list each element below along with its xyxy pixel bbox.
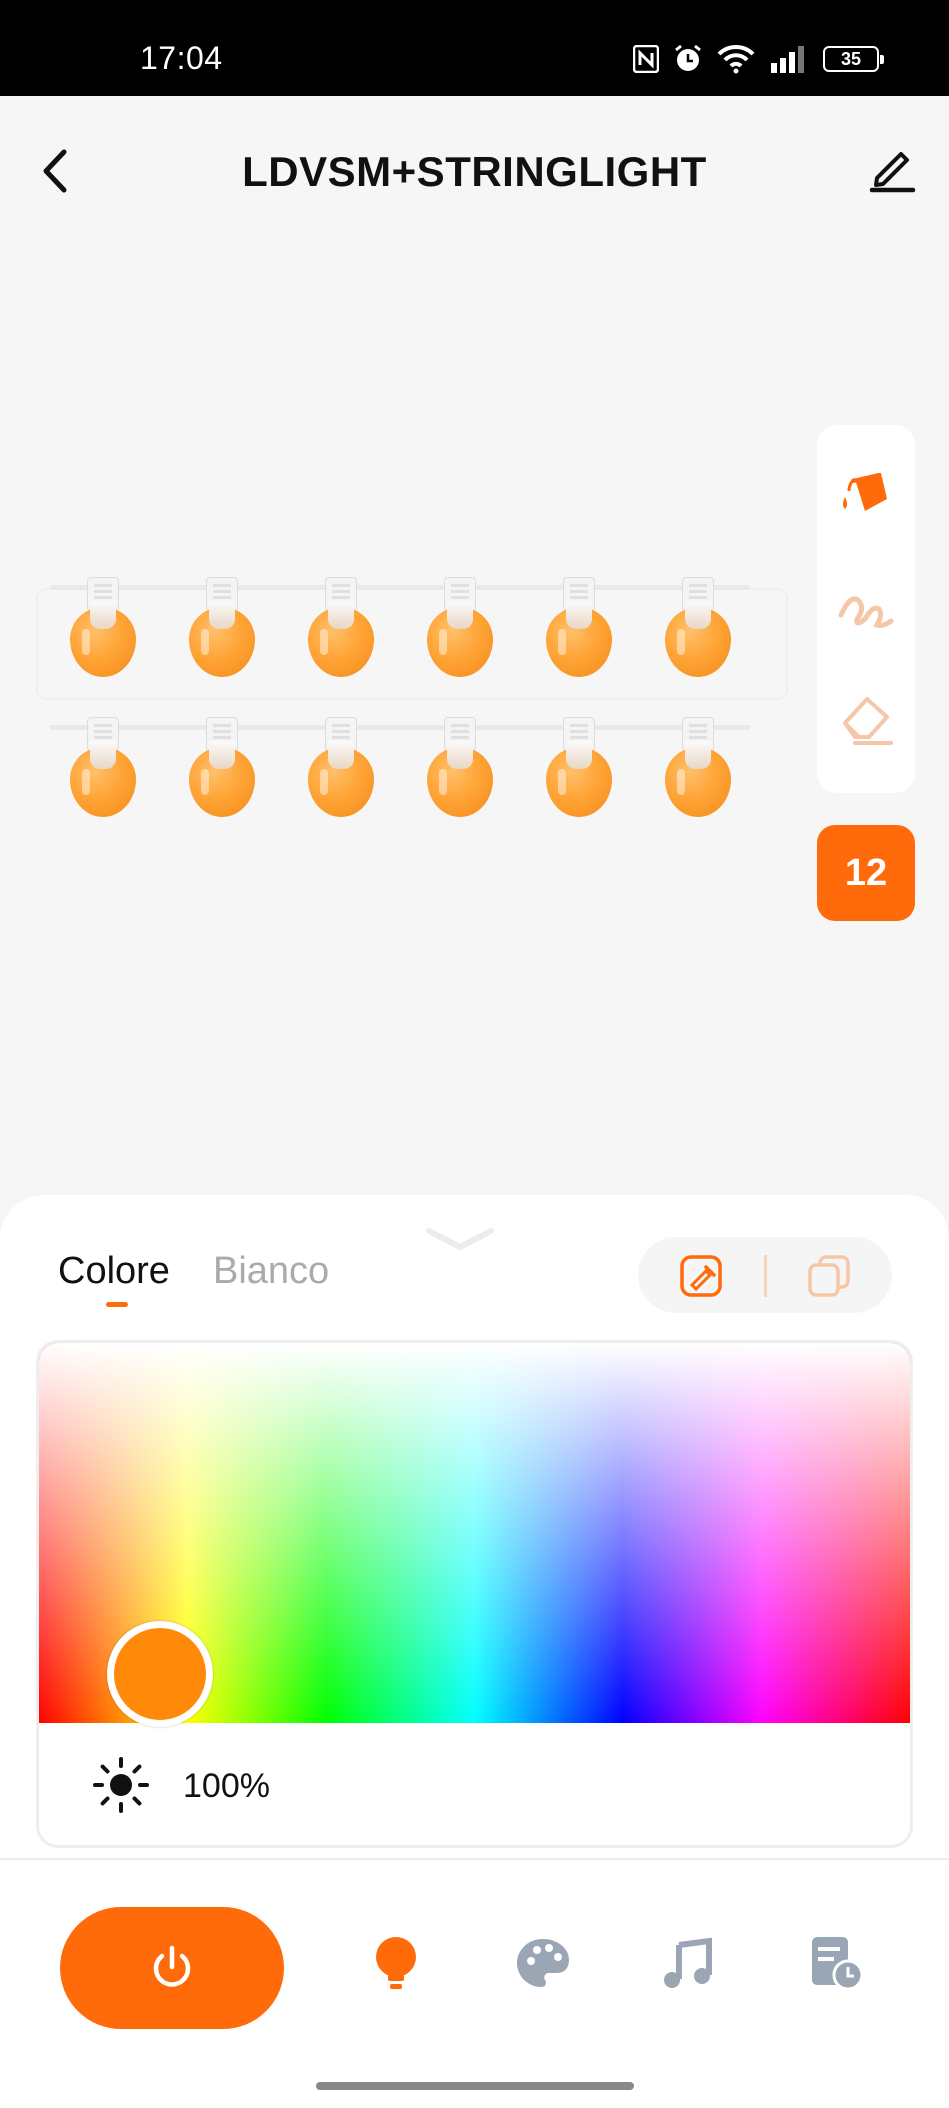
paint-bucket-tool[interactable] <box>835 463 897 525</box>
power-button[interactable] <box>60 1907 284 2029</box>
bulb-icon <box>376 1937 416 1989</box>
page-title: LDVSM+STRINGLIGHT <box>242 148 707 195</box>
brightness-row[interactable]: 100% <box>39 1723 910 1845</box>
bottom-nav <box>0 1885 949 2035</box>
color-picker-card: 100% <box>36 1340 913 1848</box>
chevron-down-icon <box>426 1228 494 1251</box>
mode-toggle <box>638 1237 892 1313</box>
bulb[interactable] <box>546 717 612 827</box>
nav-music[interactable] <box>659 1933 719 1993</box>
tab-bianco[interactable]: Bianco <box>213 1250 329 1293</box>
status-icons: 35 <box>633 44 884 74</box>
signal-icon <box>771 46 804 73</box>
battery-indicator: 35 <box>823 46 884 72</box>
nav-schedule[interactable] <box>806 1933 866 1993</box>
color-sheet: Colore Bianco 100% <box>0 1195 949 2108</box>
power-icon <box>153 1945 191 1987</box>
nav-divider <box>0 1858 949 1860</box>
selected-count-badge[interactable]: 12 <box>817 825 915 921</box>
brush-tool[interactable] <box>835 575 897 637</box>
status-bar: 17:04 35 <box>0 0 949 96</box>
bulb-row-2 <box>70 717 731 827</box>
bulb[interactable] <box>308 717 374 827</box>
collapse-handle[interactable] <box>425 1225 495 1253</box>
bulb[interactable] <box>70 577 136 687</box>
nav-light[interactable] <box>366 1933 426 1993</box>
bulb[interactable] <box>427 577 493 687</box>
paint-bucket-icon <box>843 473 887 511</box>
palette-icon <box>517 1939 569 1987</box>
eraser-tool[interactable] <box>835 687 897 749</box>
color-picker-thumb[interactable] <box>107 1621 213 1727</box>
active-tab-indicator <box>106 1302 128 1307</box>
tab-colore[interactable]: Colore <box>58 1250 170 1293</box>
eraser-icon <box>843 697 893 745</box>
bulb[interactable] <box>665 717 731 827</box>
bulb[interactable] <box>427 717 493 827</box>
single-color-mode-button[interactable] <box>678 1253 724 1299</box>
color-picker-icon <box>680 1255 722 1297</box>
multi-color-mode-button[interactable] <box>806 1253 852 1299</box>
paint-tool-panel <box>817 425 915 793</box>
toggle-separator <box>764 1255 767 1297</box>
music-icon <box>664 1937 712 1988</box>
wifi-icon <box>717 44 755 74</box>
light-strings <box>30 565 790 835</box>
schedule-icon <box>812 1937 864 1991</box>
brightness-icon <box>93 1757 149 1813</box>
brush-icon <box>838 596 894 628</box>
bulb[interactable] <box>308 577 374 687</box>
bulb[interactable] <box>189 717 255 827</box>
nav-scenes[interactable] <box>513 1933 573 1993</box>
app-header: LDVSM+STRINGLIGHT <box>0 96 949 246</box>
status-time: 17:04 <box>140 40 223 76</box>
bulb[interactable] <box>70 717 136 827</box>
pencil-icon <box>869 152 916 193</box>
bulb[interactable] <box>665 577 731 687</box>
edit-button[interactable] <box>867 144 917 194</box>
battery-level: 35 <box>840 48 862 69</box>
alarm-icon <box>675 44 701 71</box>
home-indicator <box>316 2082 634 2090</box>
brightness-value: 100% <box>183 1767 270 1805</box>
bulb-row-1 <box>70 577 731 687</box>
nfc-icon <box>633 45 659 73</box>
bulb[interactable] <box>546 577 612 687</box>
copy-icon <box>808 1255 850 1297</box>
bulb[interactable] <box>189 577 255 687</box>
